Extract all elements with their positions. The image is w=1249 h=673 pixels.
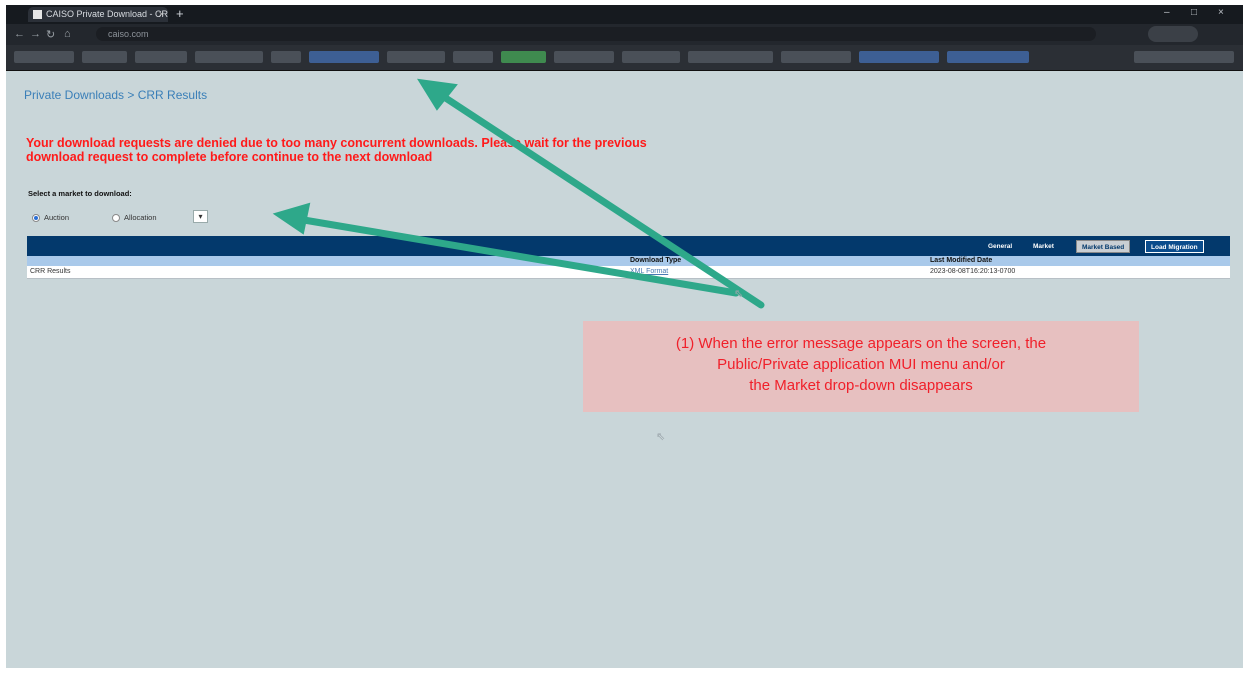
mouse-cursor-icon: ⇖	[734, 288, 744, 300]
mouse-cursor-icon: ⇖	[656, 431, 666, 443]
arrow-to-dropdown-line	[294, 215, 740, 297]
screen-frame: CAISO Private Download - CRR × + – □ × ←…	[6, 5, 1243, 668]
arrow-to-dropdown-head	[272, 202, 311, 235]
annotation-arrows	[272, 78, 765, 309]
